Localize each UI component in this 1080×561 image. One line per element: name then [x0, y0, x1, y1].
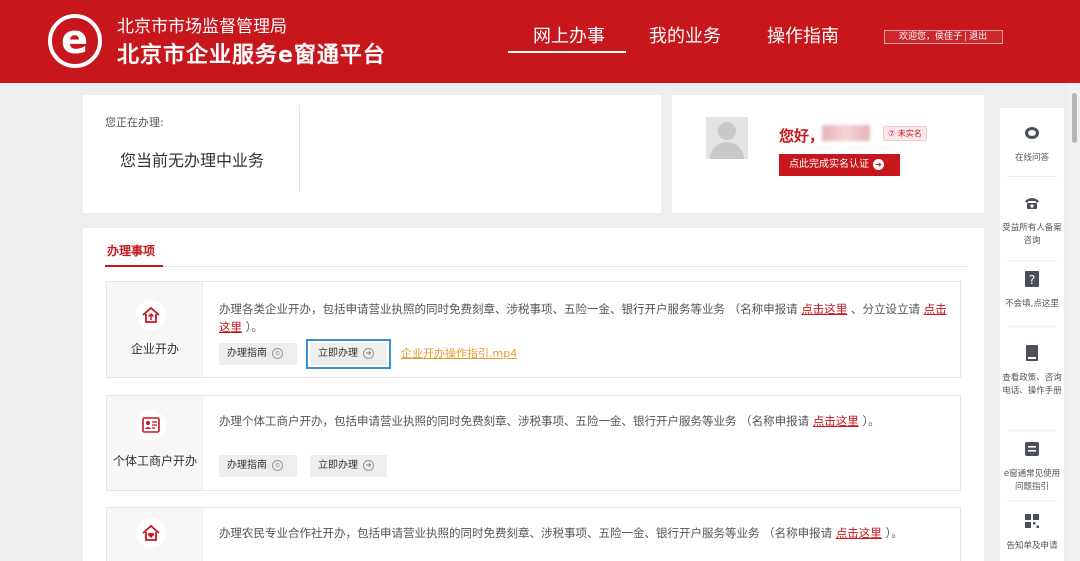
- sidebar-label: 查看政策、咨询电话、操作手册: [1002, 373, 1062, 396]
- phone-icon: [1025, 198, 1039, 209]
- avatar: [706, 117, 748, 159]
- video-guide-link[interactable]: 企业开办操作指引.mp4: [401, 345, 517, 361]
- sidebar-label: 在线问答: [1014, 153, 1049, 163]
- sidebar-item-faq[interactable]: e窗通常见使用问题指引: [1000, 440, 1064, 494]
- id-card-icon: [136, 410, 166, 440]
- divider: [1006, 500, 1058, 501]
- qrcode-icon: [1025, 514, 1039, 528]
- right-sidebar: 在线问答 受益所有人备案咨询 ? 不会填,点这里 查看政策、咨询电话、操作手册 …: [1000, 108, 1064, 561]
- guide-button[interactable]: 办理指南 ⦸: [219, 455, 297, 477]
- nav-my-business[interactable]: 我的业务: [649, 22, 721, 48]
- items-title: 办理事项: [107, 244, 156, 258]
- chat-icon: [1025, 127, 1039, 139]
- nav-operation-guide[interactable]: 操作指南: [767, 22, 839, 48]
- profile-card: 您好， ⑦ 未实名 点此完成实名认证 ➜: [672, 95, 984, 213]
- divider: [105, 266, 968, 267]
- unverified-badge: ⑦ 未实名: [883, 126, 927, 141]
- processing-label: 您正在办理:: [105, 116, 164, 129]
- guide-icon: ⦸: [272, 347, 283, 359]
- question-icon: ?: [1025, 271, 1039, 287]
- sidebar-item-online-qa[interactable]: 在线问答: [1000, 124, 1064, 165]
- divider: [299, 105, 300, 193]
- guide-icon: ⦸: [272, 459, 283, 471]
- service-name: 企业开办: [130, 342, 179, 356]
- book-icon: [1026, 345, 1038, 361]
- sidebar-item-beneficiary[interactable]: 受益所有人备案咨询: [1000, 194, 1064, 248]
- sidebar-item-help-fill[interactable]: ? 不会填,点这里: [1000, 270, 1064, 311]
- service-description: 办理各类企业开办，包括申请营业执照的同时免费刻章、涉税事项、五险一金、银行开户服…: [219, 302, 947, 334]
- service-description: 办理个体工商户开办，包括申请营业执照的同时免费刻章、涉税事项、五险一金、银行开户…: [219, 414, 880, 428]
- blurred-user-name: [822, 125, 870, 141]
- sidebar-label: 不会填,点这里: [1005, 299, 1059, 309]
- nav-online-service[interactable]: 网上办事: [533, 22, 605, 48]
- nav-active-indicator: [508, 51, 626, 53]
- vertical-scrollbar[interactable]: [1069, 83, 1080, 561]
- sidebar-item-policy-manual[interactable]: 查看政策、咨询电话、操作手册: [1000, 344, 1064, 398]
- greeting: 您好，: [779, 127, 825, 145]
- logout-link[interactable]: 退出: [969, 32, 987, 42]
- arrow-right-icon: ➜: [873, 158, 884, 170]
- divider: [1006, 176, 1058, 177]
- divider: [1006, 326, 1058, 327]
- platform-name: 北京市企业服务e窗通平台: [117, 43, 386, 68]
- svg-text:?: ?: [1029, 273, 1035, 287]
- sidebar-label: e窗通常见使用问题指引: [1003, 469, 1061, 492]
- guide-button[interactable]: 办理指南 ⦸: [219, 343, 297, 365]
- service-description: 办理农民专业合作社开办，包括申请营业执照的同时免费刻章、涉税事项、五险一金、银行…: [219, 526, 903, 540]
- service-enterprise: 企业开办 办理各类企业开办，包括申请营业执照的同时免费刻章、涉税事项、五险一金、…: [106, 281, 961, 378]
- processing-card: 您正在办理: 您当前无办理中业务: [83, 95, 661, 213]
- service-icon-panel: 个体工商户开办: [107, 396, 203, 490]
- items-title-underline: [105, 265, 163, 267]
- house-arrow-icon: [136, 300, 166, 330]
- sidebar-item-notice[interactable]: 告知单及申请: [1000, 512, 1064, 553]
- divider: [1006, 430, 1058, 431]
- top-header: e 北京市市场监督管理局 北京市企业服务e窗通平台 网上办事 我的业务 操作指南…: [0, 0, 1080, 83]
- apply-now-button[interactable]: 立即办理 ➜: [306, 339, 391, 369]
- verify-identity-button[interactable]: 点此完成实名认证 ➜: [779, 154, 900, 176]
- sidebar-label: 受益所有人备案咨询: [1002, 223, 1062, 246]
- arrow-right-icon: ➜: [363, 347, 374, 359]
- sidebar-label: 告知单及申请: [1006, 541, 1058, 551]
- processing-value: 您当前无办理中业务: [120, 151, 265, 170]
- service-name: 个体工商户开办: [112, 454, 197, 468]
- arrow-right-icon: ➜: [363, 459, 374, 471]
- house-heart-icon: [136, 518, 166, 548]
- welcome-text: 欢迎您，侯佳子: [899, 32, 963, 42]
- name-declare-link[interactable]: 点击这里: [813, 414, 859, 428]
- name-declare-link[interactable]: 点击这里: [801, 302, 847, 316]
- service-items-card: 办理事项 企业开办 办理各类企业开办，包括申请营业执照的同时免费刻章、涉税事项、…: [83, 228, 984, 561]
- service-individual-business: 个体工商户开办 办理个体工商户开办，包括申请营业执照的同时免费刻章、涉税事项、五…: [106, 395, 961, 491]
- divider: [1006, 260, 1058, 261]
- list-icon: [1025, 442, 1039, 456]
- org-name: 北京市市场监督管理局: [117, 17, 287, 37]
- name-declare-link[interactable]: 点击这里: [836, 526, 882, 540]
- scrollbar-thumb[interactable]: [1072, 93, 1077, 143]
- service-icon-panel: 企业开办: [107, 282, 203, 377]
- service-cooperative: 办理农民专业合作社开办，包括申请营业执照的同时免费刻章、涉税事项、五险一金、银行…: [106, 507, 961, 561]
- e-logo-icon: e: [48, 14, 102, 68]
- apply-now-button[interactable]: 立即办理 ➜: [310, 455, 387, 477]
- verify-identity-label: 点此完成实名认证: [789, 159, 869, 170]
- service-icon-panel: [107, 508, 203, 561]
- user-box: 欢迎您，侯佳子 | 退出: [884, 30, 1003, 44]
